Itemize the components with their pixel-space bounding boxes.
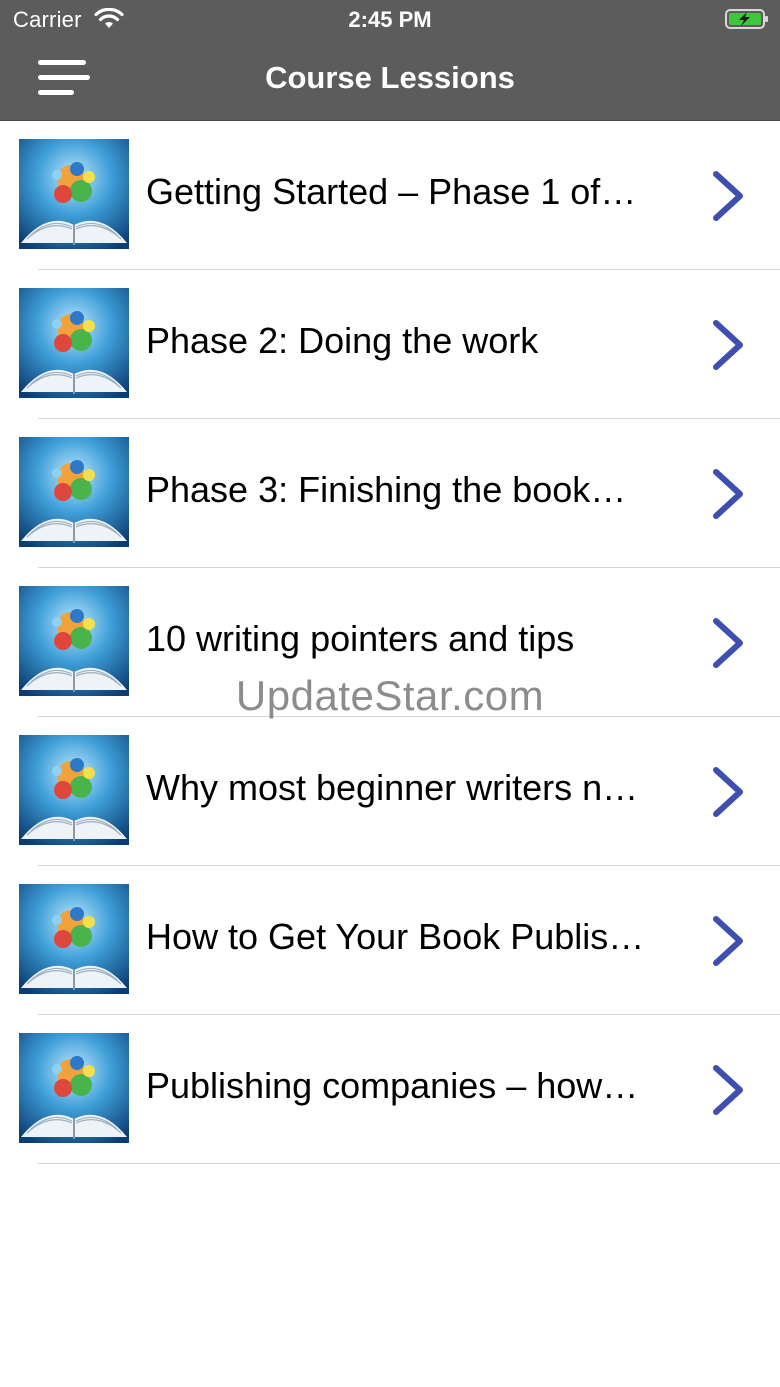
lesson-thumbnail xyxy=(19,437,129,547)
lesson-thumbnail xyxy=(19,735,129,845)
chevron-right-icon xyxy=(713,618,743,668)
lesson-thumbnail xyxy=(19,1033,129,1143)
lesson-thumbnail xyxy=(19,884,129,994)
lesson-row-4[interactable]: 10 writing pointers and tips xyxy=(0,568,780,717)
chevron-right-icon xyxy=(713,1065,743,1115)
battery-charging-icon xyxy=(725,9,768,29)
lesson-title: Phase 3: Finishing the book… xyxy=(146,469,627,510)
status-time: 2:45 PM xyxy=(348,7,432,32)
lesson-title: Publishing companies – how… xyxy=(146,1065,639,1106)
chevron-right-icon xyxy=(713,171,743,221)
chevron-right-icon xyxy=(713,469,743,519)
row-divider xyxy=(38,1163,780,1164)
lesson-row-7[interactable]: Publishing companies – how… xyxy=(0,1015,780,1164)
lesson-row-3[interactable]: Phase 3: Finishing the book… xyxy=(0,419,780,568)
lesson-row-2[interactable]: Phase 2: Doing the work xyxy=(0,270,780,419)
chevron-right-icon xyxy=(713,320,743,370)
lesson-title: 10 writing pointers and tips xyxy=(146,618,575,659)
lesson-thumbnail xyxy=(19,139,129,249)
lesson-title: Getting Started – Phase 1 of… xyxy=(146,171,637,212)
lesson-title: Why most beginner writers n… xyxy=(146,767,639,808)
chevron-right-icon xyxy=(713,767,743,817)
lesson-row-1[interactable]: Getting Started – Phase 1 of… xyxy=(0,121,780,270)
lesson-title: Phase 2: Doing the work xyxy=(146,320,539,361)
page-title: Course Lessions xyxy=(265,60,515,95)
lesson-title: How to Get Your Book Publis… xyxy=(146,916,645,957)
lesson-list: Getting Started – Phase 1 of… Phase 2: D… xyxy=(0,121,780,1164)
lesson-row-6[interactable]: How to Get Your Book Publis… xyxy=(0,866,780,1015)
lesson-thumbnail xyxy=(19,288,129,398)
navigation-bar: Carrier 2:45 PM Course Lessions xyxy=(0,0,780,121)
lesson-thumbnail xyxy=(19,586,129,696)
lesson-row-5[interactable]: Why most beginner writers n… xyxy=(0,717,780,866)
chevron-right-icon xyxy=(713,916,743,966)
